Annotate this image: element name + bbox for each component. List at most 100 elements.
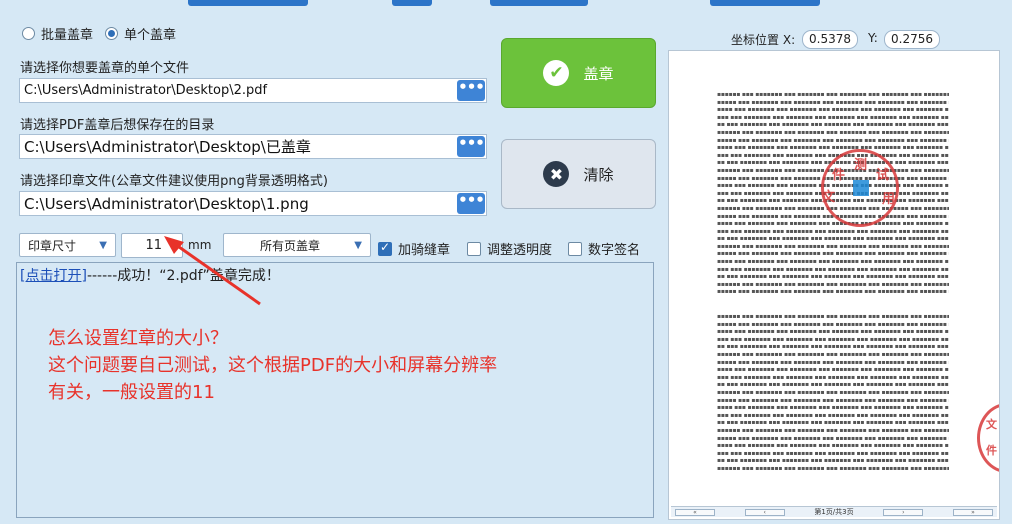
- preview-text-line: ▪▪▪▪▪▪ ▪▪▪ ▪▪▪▪▪▪▪ ▪▪▪ ▪▪▪▪▪▪▪ ▪▪▪ ▪▪▪▪▪…: [717, 242, 949, 250]
- seal-char: 用: [882, 192, 896, 207]
- chevron-down-icon: ▼: [354, 239, 362, 251]
- preview-text-line: ▪▪▪▪▪▪ ▪▪▪ ▪▪▪▪▪▪▪ ▪▪▪ ▪▪▪▪▪▪▪ ▪▪▪ ▪▪▪▪▪…: [717, 350, 949, 358]
- file-path-text[interactable]: C:\Users\Administrator\Desktop\2.pdf: [24, 83, 457, 98]
- preview-text-line: ▪▪▪▪▪▪ ▪▪▪ ▪▪▪▪▪▪▪ ▪▪▪ ▪▪▪▪▪▪▪ ▪▪▪ ▪▪▪▪▪…: [717, 313, 949, 320]
- coord-title: 坐标位置: [731, 33, 780, 47]
- preview-text-line: ▪▪▪▪ ▪▪▪ ▪▪▪▪▪▪▪ ▪▪▪ ▪▪▪▪▪▪▪ ▪▪▪ ▪▪▪▪▪▪▪…: [717, 366, 949, 374]
- output-dir-field[interactable]: C:\Users\Administrator\Desktop\已盖章 •••: [19, 134, 487, 159]
- preview-text-line: ▪▪▪▪▪ ▪▪▪ ▪▪▪▪▪▪▪ ▪▪▪ ▪▪▪▪▪▪▪ ▪▪▪ ▪▪▪▪▪▪…: [717, 434, 949, 442]
- preview-text-line: ▪▪▪▪▪ ▪▪▪ ▪▪▪▪▪▪▪ ▪▪▪ ▪▪▪▪▪▪▪ ▪▪▪ ▪▪▪▪▪▪…: [717, 136, 949, 144]
- preview-text-line: ▪▪▪▪▪▪ ▪▪▪ ▪▪▪▪▪▪▪ ▪▪▪ ▪▪▪▪▪▪▪ ▪▪▪ ▪▪▪▪▪…: [717, 464, 949, 472]
- preview-text-line: ▪▪▪▪ ▪▪▪ ▪▪▪▪▪▪▪ ▪▪▪ ▪▪▪▪▪▪▪ ▪▪▪ ▪▪▪▪▪▪▪…: [717, 404, 949, 412]
- output-dir-text[interactable]: C:\Users\Administrator\Desktop\已盖章: [24, 136, 457, 157]
- batch-radio[interactable]: [22, 27, 35, 40]
- seal-center-marker: [853, 180, 869, 196]
- close-icon: ✖: [543, 161, 570, 187]
- annotation-line-2: 这个问题要自己测试，这个根据PDF的大小和屏幕分辨率: [48, 355, 498, 376]
- digital-sign-option[interactable]: 数字签名: [568, 239, 640, 258]
- annotation-note: 怎么设置红章的大小？ 这个问题要自己测试，这个根据PDF的大小和屏幕分辨率 有关…: [48, 325, 497, 406]
- first-page-button[interactable]: «: [675, 508, 715, 516]
- open-link[interactable]: [点击打开]: [20, 268, 87, 284]
- preview-text-line: ▪▪▪▪▪▪ ▪▪▪ ▪▪▪▪▪▪▪ ▪▪▪ ▪▪▪▪▪▪▪ ▪▪▪ ▪▪▪▪▪…: [717, 91, 949, 98]
- prev-page-button[interactable]: ‹: [744, 508, 785, 516]
- browse-seal-button[interactable]: •••: [457, 193, 485, 214]
- riding-seal-checkbox[interactable]: [378, 240, 392, 256]
- preview-text-line: ▪▪ ▪▪▪ ▪▪▪▪▪▪▪ ▪▪▪ ▪▪▪▪▪▪▪ ▪▪▪ ▪▪▪▪▪▪▪ ▪…: [717, 121, 949, 129]
- preview-text-line: ▪▪▪▪ ▪▪▪ ▪▪▪▪▪▪▪ ▪▪▪ ▪▪▪▪▪▪▪ ▪▪▪ ▪▪▪▪▪▪▪…: [717, 106, 949, 114]
- stamp-button[interactable]: ✔ 盖章: [501, 38, 656, 108]
- clear-button-label: 清除: [583, 165, 614, 184]
- preview-text-line: ▪▪ ▪▪▪ ▪▪▪▪▪▪▪ ▪▪▪ ▪▪▪▪▪▪▪ ▪▪▪ ▪▪▪▪▪▪▪ ▪…: [717, 235, 949, 243]
- transparency-label[interactable]: 调整透明度: [487, 239, 552, 258]
- preview-text-line: ▪▪▪ ▪▪▪ ▪▪▪▪▪▪▪ ▪▪▪ ▪▪▪▪▪▪▪ ▪▪▪ ▪▪▪▪▪▪▪ …: [717, 411, 949, 419]
- title-banner-left: [188, 0, 308, 6]
- seal-stamp[interactable]: 文 件 测 试 用: [821, 149, 899, 227]
- mode-selector: 批量盖章 单个盖章: [22, 24, 182, 43]
- single-radio-label[interactable]: 单个盖章: [124, 24, 176, 43]
- coord-y-value: 0.2756: [884, 30, 940, 49]
- riding-seal-char: 件: [986, 444, 997, 457]
- preview-text-line: ▪▪▪▪ ▪▪▪ ▪▪▪▪▪▪▪ ▪▪▪ ▪▪▪▪▪▪▪ ▪▪▪ ▪▪▪▪▪▪▪…: [717, 220, 949, 228]
- preview-text-line: ▪▪▪▪▪ ▪▪▪ ▪▪▪▪▪▪▪ ▪▪▪ ▪▪▪▪▪▪▪ ▪▪▪ ▪▪▪▪▪▪…: [717, 250, 949, 258]
- preview-text-line: ▪▪▪ ▪▪▪ ▪▪▪▪▪▪▪ ▪▪▪ ▪▪▪▪▪▪▪ ▪▪▪ ▪▪▪▪▪▪▪ …: [717, 449, 949, 457]
- annotation-arrow-icon: [164, 236, 261, 306]
- preview-text-line: ▪▪▪▪▪ ▪▪▪ ▪▪▪▪▪▪▪ ▪▪▪ ▪▪▪▪▪▪▪ ▪▪▪ ▪▪▪▪▪▪…: [717, 320, 949, 328]
- title-banner-right2: [710, 0, 820, 6]
- preview-page-text-2: ▪▪▪▪▪▪ ▪▪▪ ▪▪▪▪▪▪▪ ▪▪▪ ▪▪▪▪▪▪▪ ▪▪▪ ▪▪▪▪▪…: [717, 313, 949, 483]
- preview-text-line: ▪▪▪ ▪▪▪ ▪▪▪▪▪▪▪ ▪▪▪ ▪▪▪▪▪▪▪ ▪▪▪ ▪▪▪▪▪▪▪ …: [717, 113, 949, 121]
- preview-text-line: ▪▪▪▪▪ ▪▪▪ ▪▪▪▪▪▪▪ ▪▪▪ ▪▪▪▪▪▪▪ ▪▪▪ ▪▪▪▪▪▪…: [717, 288, 949, 296]
- preview-text-line: ▪▪▪▪▪ ▪▪▪ ▪▪▪▪▪▪▪ ▪▪▪ ▪▪▪▪▪▪▪ ▪▪▪ ▪▪▪▪▪▪…: [717, 358, 949, 366]
- browse-dir-button[interactable]: •••: [457, 136, 485, 157]
- preview-nav: « ‹ 第1页/共3页 › »: [671, 506, 997, 517]
- title-banner-mid: [392, 0, 432, 6]
- seal-file-field[interactable]: C:\Users\Administrator\Desktop\1.png •••: [19, 191, 487, 216]
- digital-sign-label[interactable]: 数字签名: [588, 239, 640, 258]
- clear-button[interactable]: ✖ 清除: [501, 139, 656, 209]
- checkmark-icon: ✔: [543, 60, 570, 86]
- coord-x-label: X:: [782, 33, 796, 47]
- preview-text-line: ▪▪▪▪ ▪▪▪ ▪▪▪▪▪▪▪ ▪▪▪ ▪▪▪▪▪▪▪ ▪▪▪ ▪▪▪▪▪▪▪…: [717, 144, 949, 152]
- preview-text-line: ▪▪▪ ▪▪▪ ▪▪▪▪▪▪▪ ▪▪▪ ▪▪▪▪▪▪▪ ▪▪▪ ▪▪▪▪▪▪▪ …: [717, 335, 949, 343]
- transparency-option[interactable]: 调整透明度: [467, 239, 552, 258]
- file-path-field[interactable]: C:\Users\Administrator\Desktop\2.pdf •••: [19, 78, 487, 103]
- last-page-button[interactable]: »: [952, 508, 993, 516]
- preview-text-line: ▪▪▪ ▪▪▪ ▪▪▪▪▪▪▪ ▪▪▪ ▪▪▪▪▪▪▪ ▪▪▪ ▪▪▪▪▪▪▪ …: [717, 373, 949, 381]
- annotation-line-3: 有关，一般设置的11: [48, 382, 215, 403]
- preview-text-line: ▪▪ ▪▪▪ ▪▪▪▪▪▪▪ ▪▪▪ ▪▪▪▪▪▪▪ ▪▪▪ ▪▪▪▪▪▪▪ ▪…: [717, 381, 949, 389]
- seal-size-combo-label: 印章尺寸: [28, 238, 77, 253]
- preview-text-line: ▪▪▪▪▪ ▪▪▪ ▪▪▪▪▪▪▪ ▪▪▪ ▪▪▪▪▪▪▪ ▪▪▪ ▪▪▪▪▪▪…: [717, 98, 949, 106]
- browse-file-button[interactable]: •••: [457, 80, 485, 101]
- preview-text-line: ▪▪▪ ▪▪▪ ▪▪▪▪▪▪▪ ▪▪▪ ▪▪▪▪▪▪▪ ▪▪▪ ▪▪▪▪▪▪▪ …: [717, 265, 949, 273]
- preview-text-line: ▪▪▪▪ ▪▪▪ ▪▪▪▪▪▪▪ ▪▪▪ ▪▪▪▪▪▪▪ ▪▪▪ ▪▪▪▪▪▪▪…: [717, 328, 949, 336]
- single-radio[interactable]: [105, 27, 119, 40]
- preview-text-line: ▪▪▪ ▪▪▪ ▪▪▪▪▪▪▪ ▪▪▪ ▪▪▪▪▪▪▪ ▪▪▪ ▪▪▪▪▪▪▪ …: [717, 227, 949, 235]
- coord-x-value: 0.5378: [802, 30, 858, 49]
- batch-radio-label[interactable]: 批量盖章: [41, 24, 93, 43]
- seal-size-combo[interactable]: 印章尺寸 ▼: [19, 233, 116, 257]
- page-indicator: 第1页/共3页: [814, 508, 854, 516]
- riding-seal-label[interactable]: 加骑缝章: [398, 239, 450, 258]
- next-page-button[interactable]: ›: [883, 508, 924, 516]
- pdf-preview[interactable]: ▪▪▪▪▪▪ ▪▪▪ ▪▪▪▪▪▪▪ ▪▪▪ ▪▪▪▪▪▪▪ ▪▪▪ ▪▪▪▪▪…: [668, 50, 1000, 520]
- output-dir-label: 请选择PDF盖章后想保存在的目录: [20, 118, 215, 133]
- preview-text-line: ▪▪▪▪▪▪ ▪▪▪ ▪▪▪▪▪▪▪ ▪▪▪ ▪▪▪▪▪▪▪ ▪▪▪ ▪▪▪▪▪…: [717, 280, 949, 288]
- seal-char: 文: [822, 190, 836, 205]
- digital-sign-checkbox[interactable]: [568, 241, 582, 256]
- transparency-checkbox[interactable]: [467, 241, 481, 256]
- preview-text-line: ▪▪ ▪▪▪ ▪▪▪▪▪▪▪ ▪▪▪ ▪▪▪▪▪▪▪ ▪▪▪ ▪▪▪▪▪▪▪ ▪…: [717, 419, 949, 427]
- seal-char: 件: [832, 168, 846, 183]
- preview-text-line: ▪▪▪▪▪▪ ▪▪▪ ▪▪▪▪▪▪▪ ▪▪▪ ▪▪▪▪▪▪▪ ▪▪▪ ▪▪▪▪▪…: [717, 426, 949, 434]
- seal-char: 试: [876, 168, 890, 183]
- preview-text-line: ▪▪▪▪ ▪▪▪ ▪▪▪▪▪▪▪ ▪▪▪ ▪▪▪▪▪▪▪ ▪▪▪ ▪▪▪▪▪▪▪…: [717, 258, 949, 266]
- preview-text-line: ▪▪▪▪▪ ▪▪▪ ▪▪▪▪▪▪▪ ▪▪▪ ▪▪▪▪▪▪▪ ▪▪▪ ▪▪▪▪▪▪…: [717, 396, 949, 404]
- riding-seal-stamp: 文 件: [977, 403, 999, 473]
- chevron-down-icon: ▼: [99, 239, 107, 251]
- riding-seal-option[interactable]: 加骑缝章: [378, 239, 450, 258]
- preview-text-line: ▪▪▪▪▪▪ ▪▪▪ ▪▪▪▪▪▪▪ ▪▪▪ ▪▪▪▪▪▪▪ ▪▪▪ ▪▪▪▪▪…: [717, 388, 949, 396]
- preview-text-line: ▪▪ ▪▪▪ ▪▪▪▪▪▪▪ ▪▪▪ ▪▪▪▪▪▪▪ ▪▪▪ ▪▪▪▪▪▪▪ ▪…: [717, 343, 949, 351]
- stamp-button-label: 盖章: [583, 64, 614, 83]
- preview-text-line: ▪▪ ▪▪▪ ▪▪▪▪▪▪▪ ▪▪▪ ▪▪▪▪▪▪▪ ▪▪▪ ▪▪▪▪▪▪▪ ▪…: [717, 273, 949, 281]
- seal-file-text[interactable]: C:\Users\Administrator\Desktop\1.png: [24, 195, 457, 213]
- preview-text-line: ▪▪▪▪▪▪ ▪▪▪ ▪▪▪▪▪▪▪ ▪▪▪ ▪▪▪▪▪▪▪ ▪▪▪ ▪▪▪▪▪…: [717, 128, 949, 136]
- coord-label: 坐标位置 X:: [731, 31, 795, 48]
